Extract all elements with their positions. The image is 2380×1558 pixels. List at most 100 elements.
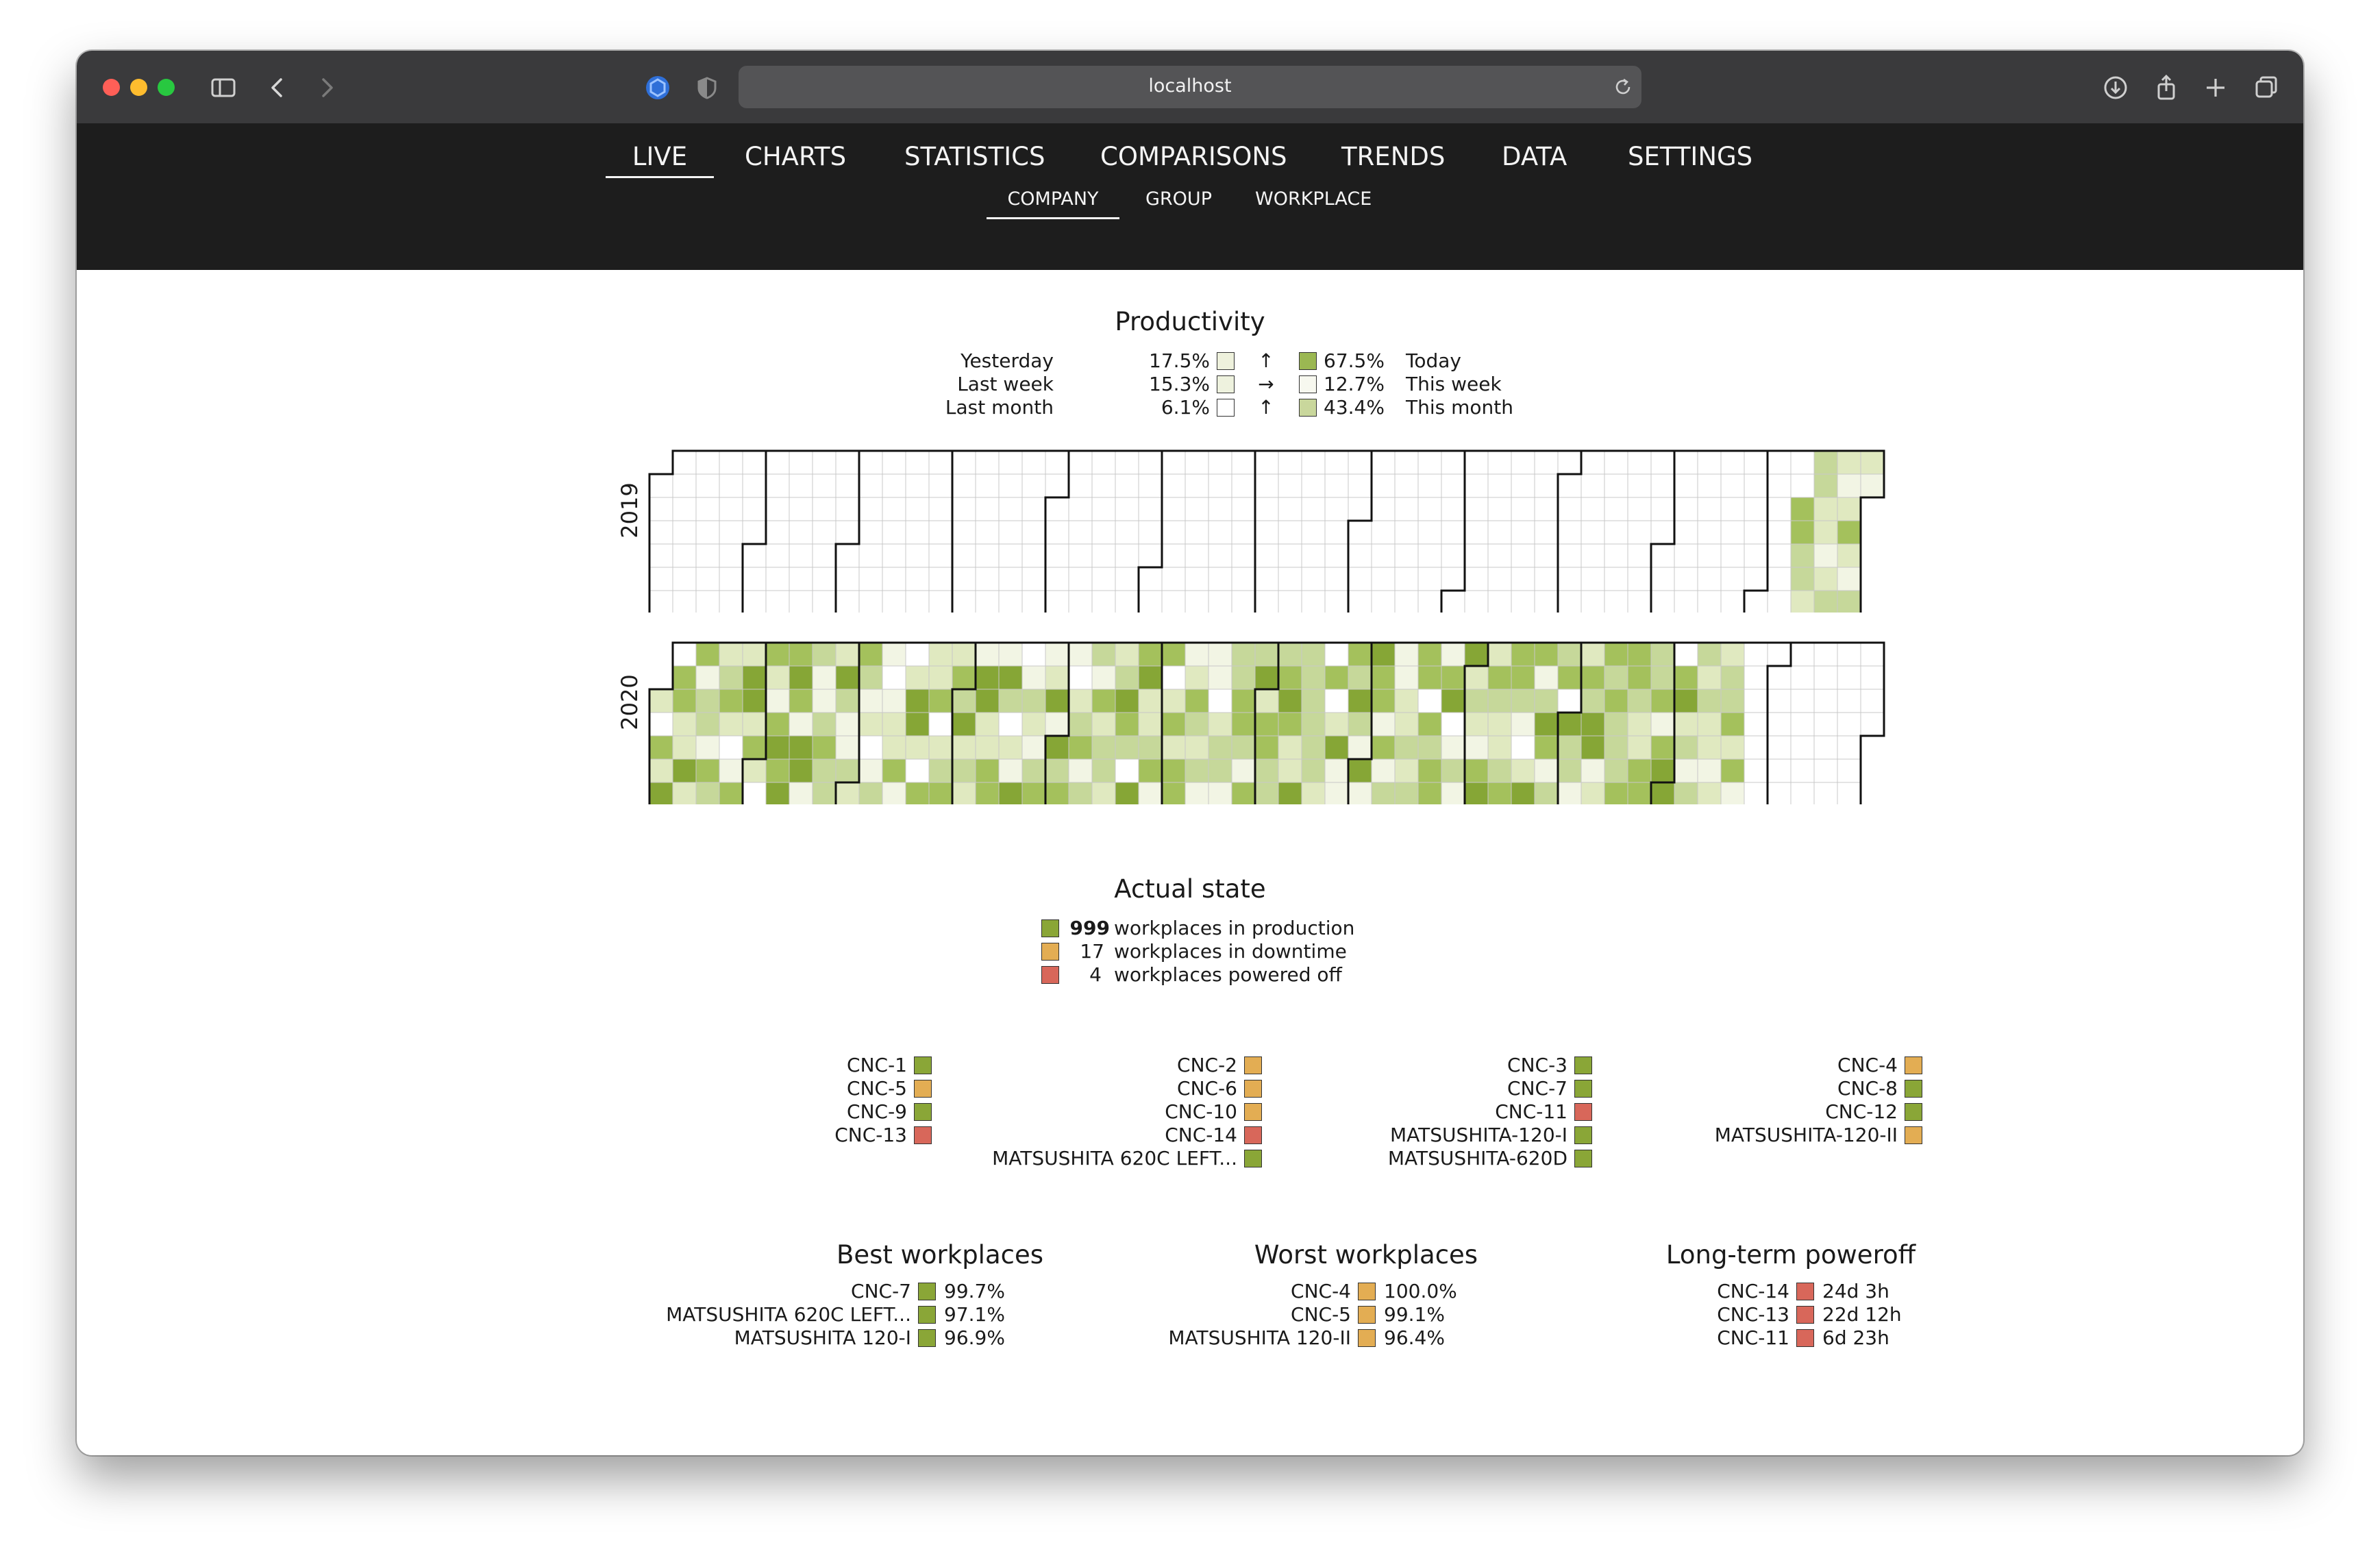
heatmap-day-cell[interactable]	[1767, 642, 1792, 667]
heatmap-day-cell[interactable]	[952, 473, 976, 498]
heatmap-day-cell[interactable]	[1697, 473, 1722, 498]
heatmap-day-cell[interactable]	[1720, 642, 1745, 667]
heatmap-day-cell[interactable]	[1348, 735, 1372, 760]
heatmap-day-cell[interactable]	[1324, 590, 1349, 613]
heatmap-day-cell[interactable]	[1208, 758, 1232, 783]
heatmap-day-cell[interactable]	[1511, 758, 1535, 783]
heatmap-day-cell[interactable]	[1208, 497, 1232, 521]
heatmap-day-cell[interactable]	[1744, 665, 1768, 690]
heatmap-day-cell[interactable]	[1534, 642, 1559, 667]
heatmap-day-cell[interactable]	[1581, 712, 1605, 737]
heatmap-day-cell[interactable]	[1254, 497, 1279, 521]
heatmap-day-cell[interactable]	[1348, 450, 1372, 475]
heatmap-day-cell[interactable]	[1161, 450, 1186, 475]
sidebar-toggle-icon[interactable]	[208, 73, 238, 103]
heatmap-day-cell[interactable]	[1208, 689, 1232, 713]
heatmap-day-cell[interactable]	[1068, 567, 1093, 591]
heatmap-day-cell[interactable]	[765, 520, 790, 545]
heatmap-day-cell[interactable]	[858, 543, 883, 568]
heatmap-day-cell[interactable]	[742, 758, 767, 783]
heatmap-day-cell[interactable]	[1813, 712, 1838, 737]
heatmap-day-cell[interactable]	[1021, 665, 1046, 690]
heatmap-day-cell[interactable]	[1254, 712, 1279, 737]
downloads-icon[interactable]	[2100, 73, 2131, 103]
heatmap-day-cell[interactable]	[858, 497, 883, 521]
heatmap-day-cell[interactable]	[928, 497, 953, 521]
machine-name[interactable]: CNC-9	[556, 1100, 907, 1124]
heatmap-day-cell[interactable]	[1441, 497, 1465, 521]
share-icon[interactable]	[2151, 73, 2181, 103]
heatmap-day-cell[interactable]	[1464, 567, 1489, 591]
heatmap-day-cell[interactable]	[1185, 758, 1209, 783]
heatmap-day-cell[interactable]	[858, 590, 883, 613]
heatmap-day-cell[interactable]	[928, 758, 953, 783]
heatmap-day-cell[interactable]	[1464, 520, 1489, 545]
tab-data[interactable]: DATA	[1502, 136, 1567, 178]
heatmap-day-cell[interactable]	[1604, 758, 1628, 783]
heatmap-day-cell[interactable]	[1138, 665, 1163, 690]
heatmap-day-cell[interactable]	[649, 782, 673, 804]
heatmap-day-cell[interactable]	[1837, 450, 1861, 475]
heatmap-day-cell[interactable]	[1767, 473, 1792, 498]
heatmap-day-cell[interactable]	[1301, 642, 1326, 667]
heatmap-day-cell[interactable]	[1254, 642, 1279, 667]
heatmap-day-cell[interactable]	[1138, 473, 1163, 498]
heatmap-day-cell[interactable]	[1091, 735, 1116, 760]
heatmap-day-cell[interactable]	[882, 567, 906, 591]
heatmap-day-cell[interactable]	[1091, 473, 1116, 498]
heatmap-day-cell[interactable]	[905, 567, 930, 591]
heatmap-day-cell[interactable]	[649, 543, 673, 568]
heatmap-day-cell[interactable]	[672, 712, 697, 737]
heatmap-day-cell[interactable]	[812, 758, 836, 783]
heatmap-day-cell[interactable]	[1021, 520, 1046, 545]
heatmap-day-cell[interactable]	[1254, 665, 1279, 690]
ranking-name[interactable]: CNC-5	[995, 1303, 1351, 1326]
heatmap-day-cell[interactable]	[835, 520, 860, 545]
heatmap-day-cell[interactable]	[1441, 712, 1465, 737]
heatmap-day-cell[interactable]	[765, 497, 790, 521]
heatmap-day-cell[interactable]	[928, 473, 953, 498]
heatmap-day-cell[interactable]	[1394, 567, 1419, 591]
heatmap-day-cell[interactable]	[672, 473, 697, 498]
heatmap-day-cell[interactable]	[812, 497, 836, 521]
heatmap-day-cell[interactable]	[1185, 567, 1209, 591]
heatmap-day-cell[interactable]	[1324, 712, 1349, 737]
heatmap-day-cell[interactable]	[1650, 567, 1675, 591]
heatmap-day-cell[interactable]	[858, 689, 883, 713]
heatmap-day-cell[interactable]	[1091, 689, 1116, 713]
heatmap-day-cell[interactable]	[1394, 520, 1419, 545]
heatmap-day-cell[interactable]	[998, 450, 1023, 475]
heatmap-day-cell[interactable]	[812, 642, 836, 667]
heatmap-day-cell[interactable]	[1394, 590, 1419, 613]
heatmap-day-cell[interactable]	[1185, 782, 1209, 804]
heatmap-day-cell[interactable]	[1697, 520, 1722, 545]
heatmap-day-cell[interactable]	[882, 712, 906, 737]
heatmap-day-cell[interactable]	[1860, 450, 1885, 475]
heatmap-day-cell[interactable]	[1091, 665, 1116, 690]
heatmap-day-cell[interactable]	[1487, 590, 1512, 613]
heatmap-day-cell[interactable]	[1161, 520, 1186, 545]
heatmap-day-cell[interactable]	[1254, 590, 1279, 613]
heatmap-day-cell[interactable]	[1464, 642, 1489, 667]
heatmap-day-cell[interactable]	[835, 782, 860, 804]
heatmap-day-cell[interactable]	[1231, 642, 1256, 667]
heatmap-day-cell[interactable]	[1557, 450, 1582, 475]
machine-name[interactable]: CNC-4	[1543, 1054, 1898, 1077]
heatmap-day-cell[interactable]	[1534, 567, 1559, 591]
heatmap-day-cell[interactable]	[1394, 782, 1419, 804]
heatmap-day-cell[interactable]	[1417, 567, 1442, 591]
heatmap-day-cell[interactable]	[1301, 567, 1326, 591]
heatmap-day-cell[interactable]	[789, 689, 813, 713]
heatmap-day-cell[interactable]	[1254, 567, 1279, 591]
heatmap-day-cell[interactable]	[719, 782, 743, 804]
heatmap-day-cell[interactable]	[1627, 590, 1652, 613]
heatmap-day-cell[interactable]	[1837, 782, 1861, 804]
heatmap-day-cell[interactable]	[1278, 543, 1302, 568]
heatmap-day-cell[interactable]	[1790, 450, 1815, 475]
heatmap-day-cell[interactable]	[1581, 735, 1605, 760]
heatmap-day-cell[interactable]	[1441, 689, 1465, 713]
heatmap-day-cell[interactable]	[1185, 543, 1209, 568]
heatmap-day-cell[interactable]	[1394, 497, 1419, 521]
heatmap-day-cell[interactable]	[1441, 665, 1465, 690]
heatmap-day-cell[interactable]	[672, 497, 697, 521]
